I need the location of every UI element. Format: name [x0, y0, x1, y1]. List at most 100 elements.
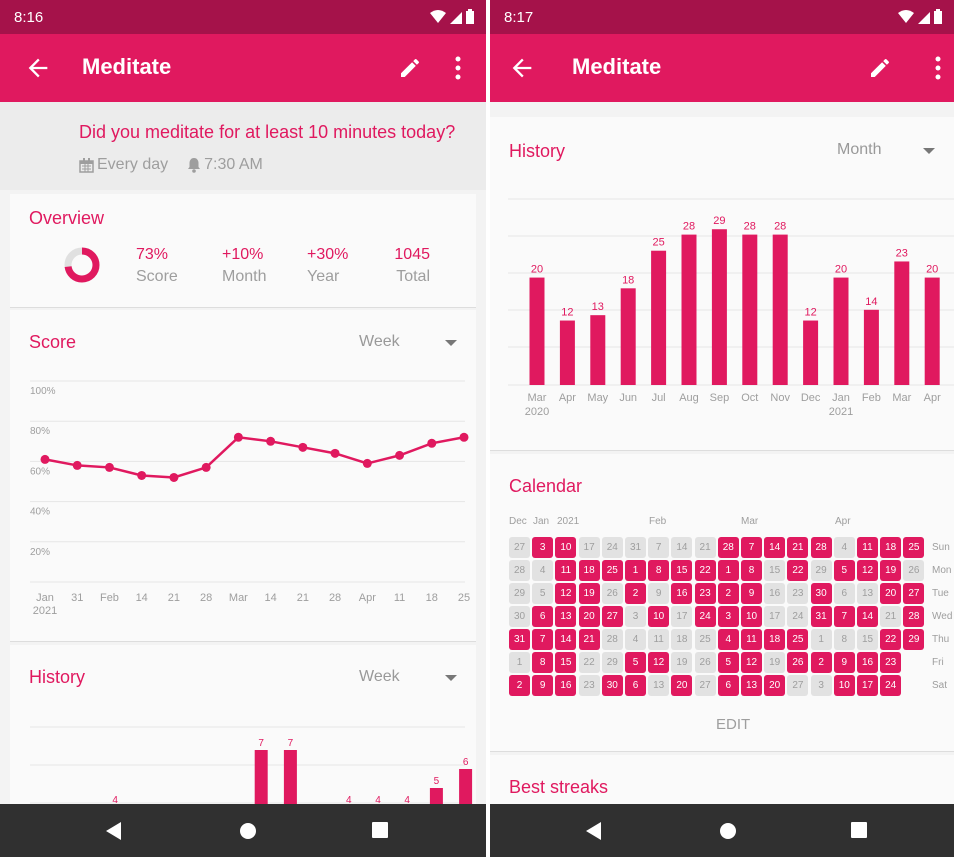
calendar-card: Calendar Dec Jan 2021 Feb Mar Apr 27 28 29 30 31 1 2…	[490, 454, 954, 752]
calendar-day: 10	[648, 606, 670, 627]
status-time: 8:16	[14, 8, 44, 26]
y-tick-label: 60%	[30, 466, 50, 477]
app-title: Meditate	[572, 54, 662, 79]
overview-stat-value: 1045	[394, 246, 430, 263]
calendar-day: 5	[717, 652, 739, 673]
history-card-month: History Month 20 12 13 18 25 28 29 28 28 12 20 14 23…	[490, 117, 954, 451]
history-period-dropdown[interactable]: Week	[359, 668, 400, 686]
calendar-day: 26	[694, 652, 716, 673]
battery-icon	[934, 9, 942, 24]
calendar-day: 20	[671, 675, 693, 696]
calendar-day: 14	[857, 606, 878, 627]
calendar-day: 4	[625, 629, 646, 650]
bar-value-label: 5	[434, 776, 440, 787]
x-tick-label: 21	[168, 592, 180, 604]
more-options-icon[interactable]	[446, 54, 470, 82]
score-point	[266, 436, 276, 446]
calendar-day: 9	[833, 652, 855, 673]
calendar-day: 8	[833, 629, 855, 650]
calendar-weekday-label: Wed	[932, 611, 953, 622]
score-ring	[64, 247, 100, 283]
edit-pencil-icon[interactable]	[868, 56, 892, 80]
score-point	[104, 462, 114, 472]
calendar-day: 2	[625, 583, 646, 604]
calendar-day: 19	[764, 652, 786, 673]
x-tick-label: Feb	[862, 392, 881, 404]
app-bar: Meditate	[0, 34, 486, 102]
nav-back-icon[interactable]	[586, 822, 602, 840]
calendar-day: 23	[578, 675, 600, 696]
back-arrow-icon[interactable]	[508, 54, 536, 82]
calendar-edit-button[interactable]: EDIT	[716, 716, 750, 733]
calendar-month-label: Jan	[533, 516, 550, 527]
nav-home-icon[interactable]	[719, 822, 737, 840]
calendar-day: 14	[671, 537, 693, 558]
edit-pencil-icon[interactable]	[398, 56, 422, 80]
bar-value-label: 20	[835, 264, 847, 276]
nav-bar	[0, 804, 486, 857]
bar-value-label: 23	[896, 247, 908, 259]
overview-stat: 73% Score	[136, 246, 206, 286]
nav-recents-icon[interactable]	[851, 822, 867, 838]
calendar-day: 1	[717, 560, 739, 581]
history-bar	[681, 234, 697, 385]
calendar-day: 9	[532, 675, 554, 696]
overview-stat-label: Total	[396, 268, 430, 285]
history-title: History	[29, 667, 86, 687]
x-tick-label: Jan 2021	[33, 592, 57, 617]
app-title: Meditate	[82, 54, 172, 79]
x-tick-label: Apr	[359, 592, 376, 604]
calendar-day: 11	[555, 560, 577, 581]
calendar-day: 24	[694, 606, 716, 627]
history-bar	[254, 750, 268, 805]
calendar-day: 30	[509, 606, 530, 627]
calendar-day: 28	[509, 560, 530, 581]
best-streaks-title: Best streaks	[509, 777, 609, 797]
habit-header: Did you meditate for at least 10 minutes…	[0, 102, 486, 190]
calendar-day: 22	[578, 652, 600, 673]
calendar-day: 31	[625, 537, 646, 558]
history-bar	[529, 277, 545, 385]
dropdown-arrow-icon[interactable]	[923, 148, 935, 154]
dropdown-arrow-icon[interactable]	[445, 675, 457, 681]
calendar-icon	[79, 157, 94, 173]
nav-home-icon[interactable]	[239, 822, 257, 840]
calendar-day: 3	[717, 606, 739, 627]
calendar-month-label: Mar	[741, 516, 759, 527]
history-card-week: History Week 477444564	[10, 645, 476, 810]
calendar-day: 8	[741, 560, 762, 581]
calendar-day: 22	[694, 560, 716, 581]
calendar-day: 22	[880, 629, 902, 650]
x-tick-label: May	[587, 392, 608, 404]
calendar-day: 30	[810, 583, 832, 604]
history-title: History	[509, 141, 566, 161]
frequency-text: Every day	[97, 156, 169, 173]
dropdown-arrow-icon[interactable]	[445, 340, 457, 346]
nav-recents-icon[interactable]	[372, 822, 388, 838]
score-title: Score	[29, 332, 77, 352]
history-bar	[283, 750, 297, 805]
calendar-day: 6	[625, 675, 646, 696]
calendar-day: 2	[810, 652, 832, 673]
calendar-day: 28	[810, 537, 832, 558]
nav-back-icon[interactable]	[106, 822, 122, 840]
calendar-day: 4	[532, 560, 554, 581]
calendar-day: 4	[717, 629, 739, 650]
calendar-day: 18	[671, 629, 693, 650]
calendar-day: 15	[857, 629, 878, 650]
calendar-day: 21	[578, 629, 600, 650]
wifi-icon	[430, 9, 446, 23]
calendar-day: 25	[903, 537, 925, 558]
x-tick-label: Jun	[619, 392, 637, 404]
score-period-dropdown[interactable]: Week	[359, 333, 400, 351]
calendar-day: 16	[764, 583, 786, 604]
calendar-day: 26	[787, 652, 809, 673]
calendar-day: 19	[671, 652, 693, 673]
x-tick-label: Feb	[100, 592, 119, 604]
more-options-icon[interactable]	[926, 54, 950, 82]
score-chart: 20% 40% 60% 80% 100% Jan 2021 31 Feb 14 21 28 Mar 14 2…	[30, 380, 470, 617]
calendar-day: 12	[555, 583, 577, 604]
calendar-day: 31	[810, 606, 832, 627]
history-period-dropdown[interactable]: Month	[837, 141, 881, 159]
back-arrow-icon[interactable]	[24, 54, 52, 82]
